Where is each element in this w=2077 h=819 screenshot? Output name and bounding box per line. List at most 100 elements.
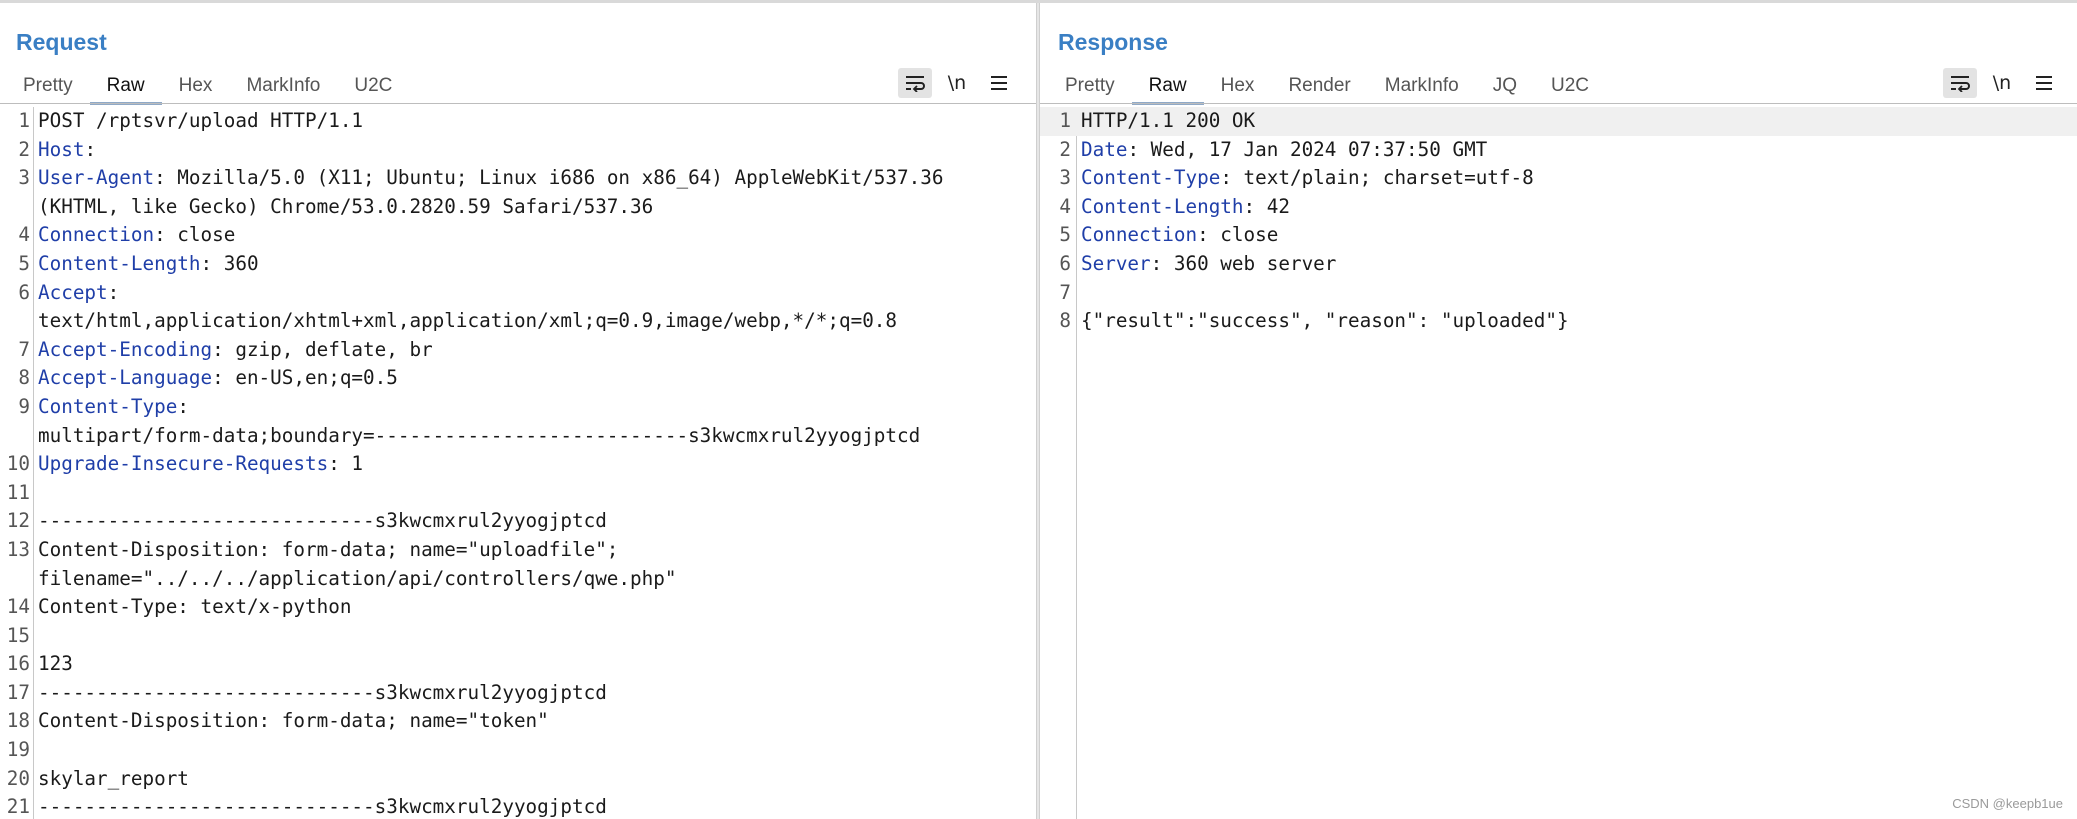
header-value: Mozilla/5.0 (X11; Ubuntu; Linux i686 on … xyxy=(165,166,944,190)
code-text: -----------------------------s3kwcmxrul2… xyxy=(38,793,607,819)
code-text: Server: 360 web server xyxy=(1081,250,1336,279)
code-text: Accept: xyxy=(38,279,119,308)
header-colon: : xyxy=(177,394,189,418)
response-tab-rule xyxy=(1040,103,2077,104)
code-text: -----------------------------s3kwcmxrul2… xyxy=(38,507,607,536)
code-text: Content-Type: text/plain; charset=utf-8 xyxy=(1081,164,1534,193)
code-line: 3 User-Agent: Mozilla/5.0 (X11; Ubuntu; L… xyxy=(0,164,1036,193)
line-text: HTTP/1.1 200 OK xyxy=(1081,109,1256,132)
newline-toggle-button[interactable]: \n xyxy=(940,68,974,98)
code-line: 5 Content-Length: 360 xyxy=(0,250,1036,279)
tab-markinfo[interactable]: MarkInfo xyxy=(1368,71,1476,103)
line-text: Content-Disposition: form-data; name="to… xyxy=(38,709,549,733)
line-number: 7 xyxy=(18,337,30,361)
line-text: text/html,application/xhtml+xml,applicat… xyxy=(38,309,898,333)
tab-hex[interactable]: Hex xyxy=(162,71,230,103)
line-number: 10 xyxy=(6,452,30,476)
code-text: Content-Length: 360 xyxy=(38,250,259,279)
line-number: 15 xyxy=(6,623,30,647)
code-text: Upgrade-Insecure-Requests: 1 xyxy=(38,450,363,479)
code-text: (KHTML, like Gecko) Chrome/53.0.2820.59 … xyxy=(38,193,653,222)
line-number: 14 xyxy=(6,595,30,619)
line-number: 18 xyxy=(6,709,30,733)
line-text: (KHTML, like Gecko) Chrome/53.0.2820.59 … xyxy=(38,194,654,218)
line-number: 11 xyxy=(6,480,30,504)
code-text: Content-Disposition: form-data; name="up… xyxy=(38,536,618,565)
tab-pretty[interactable]: Pretty xyxy=(6,71,90,103)
tab-pretty[interactable]: Pretty xyxy=(1048,71,1132,103)
header-name: Content-Length xyxy=(38,251,201,275)
word-wrap-icon[interactable] xyxy=(1943,68,1977,98)
line-number: 3 xyxy=(1059,166,1071,190)
tab-render[interactable]: Render xyxy=(1271,71,1367,103)
tab-markinfo[interactable]: MarkInfo xyxy=(229,71,337,103)
line-number: 1 xyxy=(1059,109,1071,132)
code-line: 10 Upgrade-Insecure-Requests: 1 xyxy=(0,450,1036,479)
header-colon: : xyxy=(84,137,97,161)
line-number: 6 xyxy=(18,280,30,304)
tab-hex[interactable]: Hex xyxy=(1204,71,1272,103)
header-name: Content-Type xyxy=(1081,166,1221,190)
code-text: Accept-Encoding: gzip, deflate, br xyxy=(38,336,433,365)
response-editor[interactable]: 1 HTTP/1.1 200 OK 2 Date: Wed, 17 Jan 2024 … xyxy=(1040,107,2077,819)
line-text: -----------------------------s3kwcmxrul2… xyxy=(38,680,607,704)
code-text: skylar_report xyxy=(38,765,189,794)
header-colon: : xyxy=(212,366,224,390)
line-number: 8 xyxy=(1059,309,1071,333)
header-value: 360 web server xyxy=(1162,251,1337,275)
code-line: 2 Date: Wed, 17 Jan 2024 07:37:50 GMT xyxy=(1040,136,2077,165)
code-line: 6 Accept: xyxy=(0,279,1036,308)
line-number: 5 xyxy=(18,251,30,275)
header-value: 360 xyxy=(212,251,259,275)
header-name: Accept xyxy=(38,280,108,304)
code-text: Date: Wed, 17 Jan 2024 07:37:50 GMT xyxy=(1081,136,1487,165)
line-number: 4 xyxy=(1059,194,1071,218)
code-line: multipart/form-data;boundary=-----------… xyxy=(0,422,1036,451)
tab-raw[interactable]: Raw xyxy=(1131,71,1204,105)
code-line: 3 Content-Type: text/plain; charset=utf-8 xyxy=(1040,164,2077,193)
code-line: 1 POST /rptsvr/upload HTTP/1.1 xyxy=(0,107,1036,136)
header-name: Server xyxy=(1081,251,1151,275)
line-number: 8 xyxy=(18,366,30,390)
line-text: 123 xyxy=(38,652,73,676)
tab-u2c[interactable]: U2C xyxy=(337,71,409,103)
tab-raw[interactable]: Raw xyxy=(89,71,162,105)
request-tab-rule xyxy=(0,103,1036,104)
word-wrap-icon[interactable] xyxy=(898,68,932,98)
code-text: filename="../../../application/api/contr… xyxy=(38,565,676,594)
code-text: Connection: close xyxy=(1081,221,1278,250)
code-text: HTTP/1.1 200 OK xyxy=(1081,107,1255,136)
code-text: Host: xyxy=(38,136,96,165)
code-line: text/html,application/xhtml+xml,applicat… xyxy=(0,307,1036,336)
newline-toggle-button[interactable]: \n xyxy=(1985,68,2019,98)
header-colon: : xyxy=(212,337,224,361)
code-text: User-Agent: Mozilla/5.0 (X11; Ubuntu; Li… xyxy=(38,164,943,193)
header-value: text/plain; charset=utf-8 xyxy=(1231,166,1534,190)
code-line: 9 Content-Type: xyxy=(0,393,1036,422)
code-line: 15 xyxy=(0,622,1036,651)
line-text: -----------------------------s3kwcmxrul2… xyxy=(38,509,607,533)
line-number: 2 xyxy=(18,137,30,161)
hamburger-menu-icon[interactable] xyxy=(2027,68,2061,98)
code-text: Accept-Language: en-US,en;q=0.5 xyxy=(38,364,398,393)
hamburger-menu-icon[interactable] xyxy=(982,68,1016,98)
header-value: gzip, deflate, br xyxy=(223,337,433,361)
tab-u2c[interactable]: U2C xyxy=(1534,71,1606,103)
request-editor[interactable]: 1 POST /rptsvr/upload HTTP/1.1 2 Host: 3 User… xyxy=(0,107,1036,819)
response-tabs: Pretty Raw Hex Render MarkInfo JQ U2C xyxy=(1048,71,1606,105)
header-colon: : xyxy=(200,251,213,275)
header-colon: : xyxy=(1197,223,1209,247)
header-name: Content-Length xyxy=(1081,194,1244,218)
header-value: close xyxy=(1208,223,1279,247)
code-line: 7 Accept-Encoding: gzip, deflate, br xyxy=(0,336,1036,365)
code-line: 17 -----------------------------s3kwcmxru… xyxy=(0,679,1036,708)
code-text: text/html,application/xhtml+xml,applicat… xyxy=(38,307,897,336)
header-name: Connection xyxy=(1081,223,1198,247)
line-number: 7 xyxy=(1059,280,1071,304)
line-number: 6 xyxy=(1059,251,1071,275)
tab-jq[interactable]: JQ xyxy=(1476,71,1534,103)
header-colon: : xyxy=(154,166,166,190)
code-line: filename="../../../application/api/contr… xyxy=(0,565,1036,594)
code-line: 4 Content-Length: 42 xyxy=(1040,193,2077,222)
code-text: multipart/form-data;boundary=-----------… xyxy=(38,422,920,451)
